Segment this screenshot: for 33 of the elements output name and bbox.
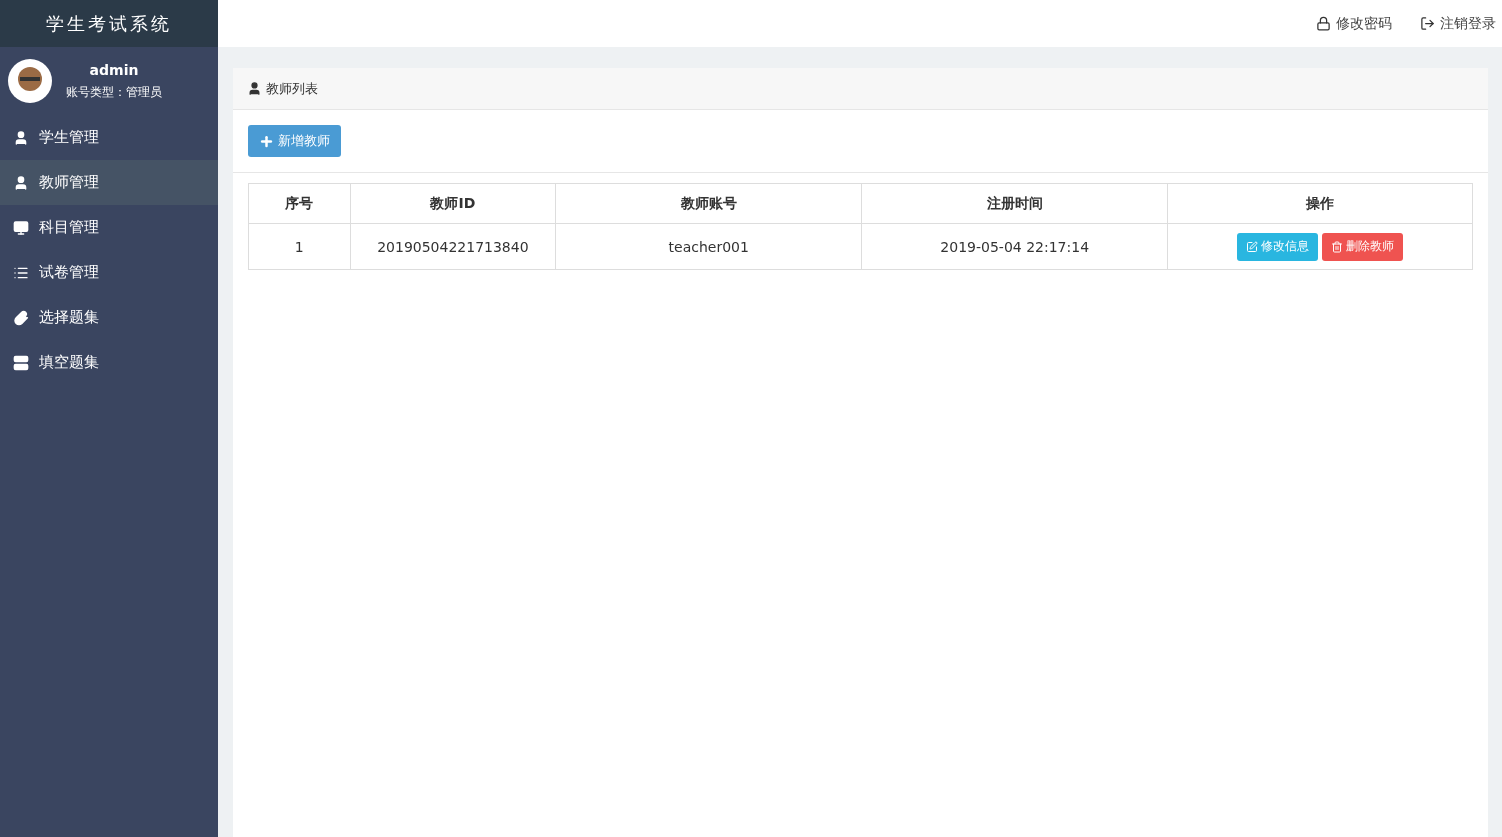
- column-header: 操作: [1167, 183, 1473, 224]
- account-type: 账号类型：管理员: [66, 83, 162, 101]
- sidebar-item[interactable]: 学生管理: [0, 115, 218, 160]
- table-cell: teacher001: [555, 223, 862, 270]
- column-header: 注册时间: [861, 183, 1168, 224]
- nav-icon: [13, 354, 29, 371]
- table-cell: 2019-05-04 22:17:14: [861, 223, 1168, 270]
- sidebar-item[interactable]: 试卷管理: [0, 250, 218, 295]
- column-header: 教师账号: [555, 183, 862, 224]
- edit-icon: [1246, 240, 1259, 253]
- table-cell: 1: [248, 223, 351, 270]
- nav-icon: [13, 129, 29, 146]
- column-header: 教师ID: [350, 183, 556, 224]
- logout-icon: [1420, 16, 1435, 31]
- top-link[interactable]: 注销登录: [1420, 14, 1496, 33]
- sidebar-item[interactable]: 填空题集: [0, 340, 218, 385]
- plus-icon: [259, 133, 274, 149]
- app-title: 学生考试系统: [0, 0, 218, 47]
- user-name: admin: [89, 61, 139, 78]
- sidebar-item[interactable]: 教师管理: [0, 160, 218, 205]
- column-header: 序号: [248, 183, 351, 224]
- avatar-icon: [8, 59, 52, 103]
- sidebar-item[interactable]: 选择题集: [0, 295, 218, 340]
- nav-icon: [13, 174, 29, 191]
- nav-icon: [13, 309, 29, 326]
- top-link[interactable]: 修改密码: [1316, 14, 1392, 33]
- trash-icon: [1331, 240, 1344, 253]
- table-cell: 20190504221713840: [350, 223, 556, 270]
- nav-icon: [13, 219, 29, 236]
- sidebar-item[interactable]: 科目管理: [0, 205, 218, 250]
- panel-title: 教师列表: [266, 79, 318, 98]
- lock-icon: [1316, 16, 1331, 31]
- user-icon: [247, 81, 262, 96]
